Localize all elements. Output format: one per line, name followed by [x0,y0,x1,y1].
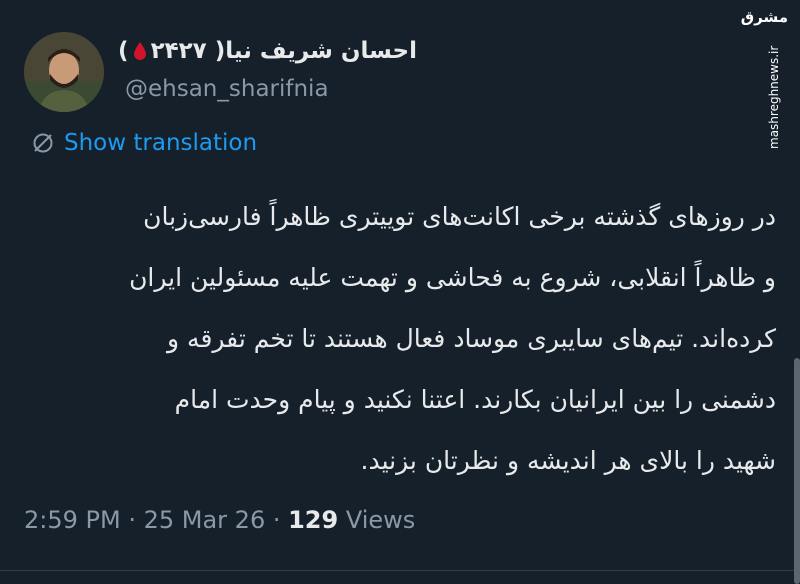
watermark-logo: مشرق [740,8,788,26]
watermark: مشرق mashreghnews.ir [741,8,792,149]
meta-separator: · [265,506,289,534]
display-name[interactable]: احسان شریف نیا( ۲۴۲۷ ) [118,38,417,64]
display-name-text: احسان شریف نیا( ۲۴۲۷ [150,38,417,64]
tweet-time[interactable]: 2:59 PM [24,506,121,534]
meta-separator: · [120,506,144,534]
views-count: 129 [288,506,339,534]
tweet-text: در روزهای گذشته برخی اکانت‌های توییتری ظ… [20,186,776,491]
tweet-line: و ظاهراً انقلابی، شروع به فحاشی و تهمت ع… [129,263,776,292]
tweet-line: در روزهای گذشته برخی اکانت‌های توییتری ظ… [143,202,776,231]
show-translation-label: Show translation [64,130,258,156]
watermark-url: mashreghnews.ir [767,45,781,149]
tweet-line: کرده‌اند. تیم‌های سایبری موساد فعال هستن… [167,324,776,353]
tweet-line: دشمنی را بین ایرانیان بکارند. اعتنا نکنی… [174,385,776,414]
views-label: Views [338,506,416,534]
globe-slash-icon [33,133,53,153]
user-handle[interactable]: @ehsan_sharifnia [125,76,329,102]
divider [0,570,800,571]
tweet-meta: 2:59 PM · 25 Mar 26 · 129 Views [24,506,415,534]
avatar[interactable] [24,32,104,112]
tweet-line: شهید را بالای هر اندیشه و نظرتان بزنید. [360,446,776,475]
display-name-suffix: ) [118,38,129,64]
blood-drop-icon [133,42,146,60]
scrollbar[interactable] [794,358,800,584]
tweet-date[interactable]: 25 Mar 26 [144,506,266,534]
show-translation-button[interactable]: Show translation [32,130,257,156]
